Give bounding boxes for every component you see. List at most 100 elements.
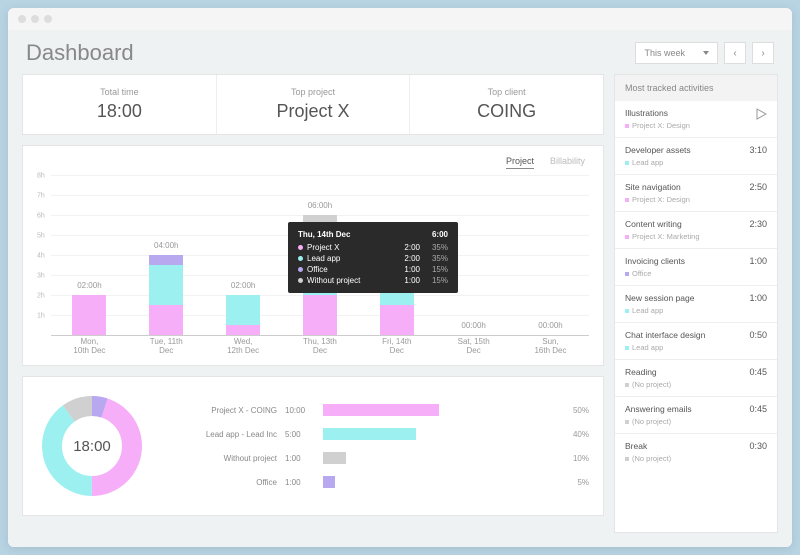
tab-billability[interactable]: Billability xyxy=(550,156,585,169)
color-dot-icon xyxy=(625,346,629,350)
breakdown-pct: 50% xyxy=(563,406,589,415)
color-dot-icon xyxy=(625,272,629,276)
breakdown-name: Project X - COING xyxy=(167,406,277,415)
activities-panel: Most tracked activities IllustrationsPro… xyxy=(614,74,778,533)
x-axis-label: Sun, 16th Dec xyxy=(533,337,567,355)
stat-value: COING xyxy=(410,101,603,122)
bar-segment xyxy=(303,295,337,335)
tooltip-pct: 15% xyxy=(424,276,448,285)
next-button[interactable]: › xyxy=(752,42,774,64)
tooltip-row: Office 1:00 15% xyxy=(298,265,448,274)
bar-value-label: 00:00h xyxy=(538,321,562,330)
x-axis-label: Sat, 15th Dec xyxy=(457,337,491,355)
activity-row[interactable]: Content writingProject X: Marketing2:30 xyxy=(615,212,777,249)
tooltip-name: Lead app xyxy=(307,254,388,263)
play-icon[interactable] xyxy=(755,108,767,120)
activity-row[interactable]: Reading(No project)0:45 xyxy=(615,360,777,397)
chevron-down-icon xyxy=(703,51,709,55)
activity-title: Answering emails xyxy=(625,404,743,414)
activity-row[interactable]: IllustrationsProject X: Design xyxy=(615,101,777,138)
activity-subtitle: Office xyxy=(625,269,743,278)
color-dot-icon xyxy=(625,124,629,128)
page-title: Dashboard xyxy=(26,40,134,66)
stat-value: Project X xyxy=(217,101,410,122)
tooltip-value: 1:00 xyxy=(392,265,420,274)
activity-row[interactable]: Invoicing clientsOffice1:00 xyxy=(615,249,777,286)
breakdown-name: Lead app - Lead Inc xyxy=(167,430,277,439)
x-axis-label: Fri, 14th Dec xyxy=(380,337,414,355)
activity-row[interactable]: Answering emails(No project)0:45 xyxy=(615,397,777,434)
tooltip-value: 2:00 xyxy=(392,243,420,252)
bar-segment xyxy=(226,295,260,325)
tooltip-name: Project X xyxy=(307,243,388,252)
color-dot-icon xyxy=(298,245,303,250)
breakdown-pct: 10% xyxy=(563,454,589,463)
bar-value-label: 04:00h xyxy=(154,241,178,250)
activity-row[interactable]: Chat interface designLead app0:50 xyxy=(615,323,777,360)
period-select[interactable]: This week xyxy=(635,42,718,64)
breakdown-row: Lead app - Lead Inc 5:00 40% xyxy=(167,428,589,440)
chart-tooltip: Thu, 14th Dec 6:00 Project X2:0035%Lead … xyxy=(288,222,458,293)
bar-column[interactable]: 02:00h xyxy=(72,295,106,335)
bar-segment xyxy=(149,255,183,265)
activity-row[interactable]: Break(No project)0:30 xyxy=(615,434,777,470)
bar-segment xyxy=(149,305,183,335)
activity-title: Break xyxy=(625,441,743,451)
activity-row[interactable]: Site navigationProject X: Design2:50 xyxy=(615,175,777,212)
color-dot-icon xyxy=(298,267,303,272)
stat-label: Top project xyxy=(217,87,410,97)
activity-time: 0:30 xyxy=(749,441,767,451)
donut-chart: 18:00 xyxy=(37,391,147,501)
breakdown-value: 5:00 xyxy=(285,430,315,439)
color-dot-icon xyxy=(625,383,629,387)
tooltip-row: Project X2:0035% xyxy=(298,243,448,252)
stat-value: 18:00 xyxy=(23,101,216,122)
breakdown-row: Office1:005% xyxy=(167,476,589,488)
breakdown-bar xyxy=(323,476,555,488)
chart-card: Project Billability 1h2h3h4h5h6h7h8h02:0… xyxy=(22,145,604,366)
activity-time: 2:50 xyxy=(749,182,767,192)
activity-time: 3:10 xyxy=(749,145,767,155)
activity-row[interactable]: Developer assetsLead app3:10 xyxy=(615,138,777,175)
breakdown-row: Project X - COING 10:00 50% xyxy=(167,404,589,416)
activity-title: Content writing xyxy=(625,219,743,229)
bar-segment xyxy=(149,265,183,305)
tooltip-value: 1:00 xyxy=(392,276,420,285)
activity-subtitle: (No project) xyxy=(625,380,743,389)
window-dot xyxy=(18,15,26,23)
activity-time: 1:00 xyxy=(749,256,767,266)
x-axis-label: Thu, 13th Dec xyxy=(303,337,337,355)
activities-header: Most tracked activities xyxy=(615,75,777,101)
stats-row: Total time 18:00 Top project Project X T… xyxy=(22,74,604,135)
prev-button[interactable]: ‹ xyxy=(724,42,746,64)
activity-row[interactable]: New session pageLead app1:00 xyxy=(615,286,777,323)
color-dot-icon xyxy=(625,235,629,239)
breakdown-pct: 40% xyxy=(563,430,589,439)
stat-top-client: Top client COING xyxy=(410,75,603,134)
activity-subtitle: Lead app xyxy=(625,158,743,167)
period-select-value: This week xyxy=(644,48,685,58)
color-dot-icon xyxy=(625,457,629,461)
bar-value-label: 02:00h xyxy=(77,281,101,290)
tooltip-date: Thu, 14th Dec xyxy=(298,230,350,239)
activity-title: Site navigation xyxy=(625,182,743,192)
tooltip-name: Office xyxy=(307,265,388,274)
breakdown-value: 1:00 xyxy=(285,454,315,463)
tooltip-pct: 15% xyxy=(424,265,448,274)
stat-label: Top client xyxy=(410,87,603,97)
bar-column[interactable]: 04:00h xyxy=(149,255,183,335)
breakdown-card: 18:00 Project X - COING 10:00 50% Lead app … xyxy=(22,376,604,516)
bar-value-label: 00:00h xyxy=(461,321,485,330)
breakdown-value: 10:00 xyxy=(285,406,315,415)
activity-title: Chat interface design xyxy=(625,330,743,340)
breakdown-bar xyxy=(323,404,555,416)
activity-title: Illustrations xyxy=(625,108,749,118)
tooltip-pct: 35% xyxy=(424,254,448,263)
color-dot-icon xyxy=(625,198,629,202)
breakdown-name: Office xyxy=(167,478,277,487)
bar-value-label: 02:00h xyxy=(231,281,255,290)
app-window: Dashboard This week ‹ › Total time 18:00 xyxy=(8,8,792,547)
stat-total-time: Total time 18:00 xyxy=(23,75,217,134)
tab-project[interactable]: Project xyxy=(506,156,534,169)
bar-column[interactable]: 02:00h xyxy=(226,295,260,335)
